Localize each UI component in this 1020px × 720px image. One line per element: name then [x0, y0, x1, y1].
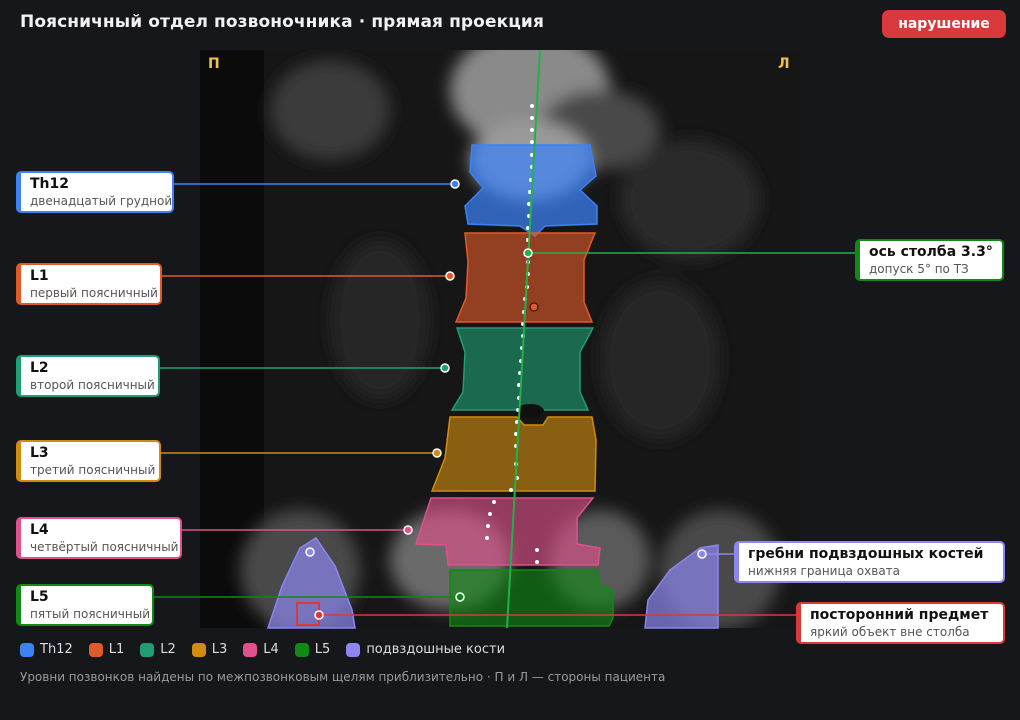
- label-l2-desc: второй поясничный: [30, 378, 155, 392]
- label-l4-name: L4: [30, 522, 49, 538]
- label-foreign-object[interactable]: посторонний предмет яркий объект вне сто…: [796, 602, 1005, 644]
- vertebra-l3: [430, 416, 597, 492]
- label-l3-desc: третий поясничный: [30, 463, 156, 477]
- label-l4-desc: четвёртый поясничный: [30, 540, 179, 554]
- legend-swatch: [294, 642, 309, 657]
- legend-swatch: [346, 642, 361, 657]
- side-marker-right: П: [208, 56, 220, 72]
- legend-item-iliac[interactable]: подвздошные кости: [346, 642, 505, 657]
- legend-item-l1[interactable]: L1: [88, 642, 125, 657]
- footer-note: Уровни позвонков найдены по межпозвонков…: [20, 670, 666, 684]
- label-th12-name: Th12: [30, 176, 69, 192]
- legend-item-label: L5: [314, 642, 331, 657]
- l1-center-dot: [529, 302, 539, 312]
- label-spine-axis-desc: допуск 5° по ТЗ: [869, 262, 969, 276]
- legend: Th12 L1 L2 L3 L4 L5 подвздошные кости: [20, 642, 521, 657]
- label-iliac-crests-name: гребни подвздошных костей: [748, 546, 984, 562]
- legend-item-label: L1: [108, 642, 125, 657]
- label-spine-axis-name: ось столба 3.3°: [869, 244, 993, 260]
- label-th12-desc: двенадцатый грудной: [30, 194, 173, 208]
- label-l1[interactable]: L1 первый поясничный: [16, 263, 162, 305]
- legend-item-l2[interactable]: L2: [140, 642, 176, 657]
- legend-item-label: Th12: [40, 642, 73, 657]
- label-l2[interactable]: L2 второй поясничный: [16, 355, 160, 397]
- legend-item-th12[interactable]: Th12: [20, 642, 73, 657]
- label-l5-desc: пятый поясничный: [30, 607, 150, 621]
- legend-item-label: L2: [160, 642, 176, 657]
- label-l5[interactable]: L5 пятый поясничный: [16, 584, 154, 626]
- legend-item-label: подвздошные кости: [366, 642, 506, 657]
- legend-item-label: L4: [263, 642, 279, 657]
- label-l5-name: L5: [30, 589, 49, 605]
- label-l3-name: L3: [30, 445, 49, 461]
- legend-item-l3[interactable]: L3: [191, 642, 228, 657]
- legend-item-label: L3: [211, 642, 228, 657]
- label-foreign-object-desc: яркий объект вне столба: [810, 625, 970, 639]
- legend-item-l5[interactable]: L5: [294, 642, 331, 657]
- label-l1-name: L1: [30, 268, 49, 284]
- label-l2-name: L2: [30, 360, 49, 376]
- side-marker-left: Л: [778, 56, 790, 72]
- legend-swatch: [88, 642, 103, 657]
- label-iliac-crests[interactable]: гребни подвздошных костей нижняя граница…: [734, 541, 1005, 583]
- legend-swatch: [191, 642, 206, 657]
- legend-swatch: [20, 642, 34, 657]
- label-th12[interactable]: Th12 двенадцатый грудной: [16, 171, 174, 213]
- label-l1-desc: первый поясничный: [30, 286, 158, 300]
- legend-item-l4[interactable]: L4: [243, 642, 279, 657]
- label-l3[interactable]: L3 третий поясничный: [16, 440, 161, 482]
- label-l4[interactable]: L4 четвёртый поясничный: [16, 517, 182, 559]
- vertebra-l5: [449, 569, 614, 627]
- label-iliac-crests-desc: нижняя граница охвата: [748, 564, 901, 578]
- label-foreign-object-name: посторонний предмет: [810, 607, 989, 623]
- label-spine-axis[interactable]: ось столба 3.3° допуск 5° по ТЗ: [855, 239, 1004, 281]
- legend-swatch: [140, 642, 155, 657]
- legend-swatch: [243, 642, 258, 657]
